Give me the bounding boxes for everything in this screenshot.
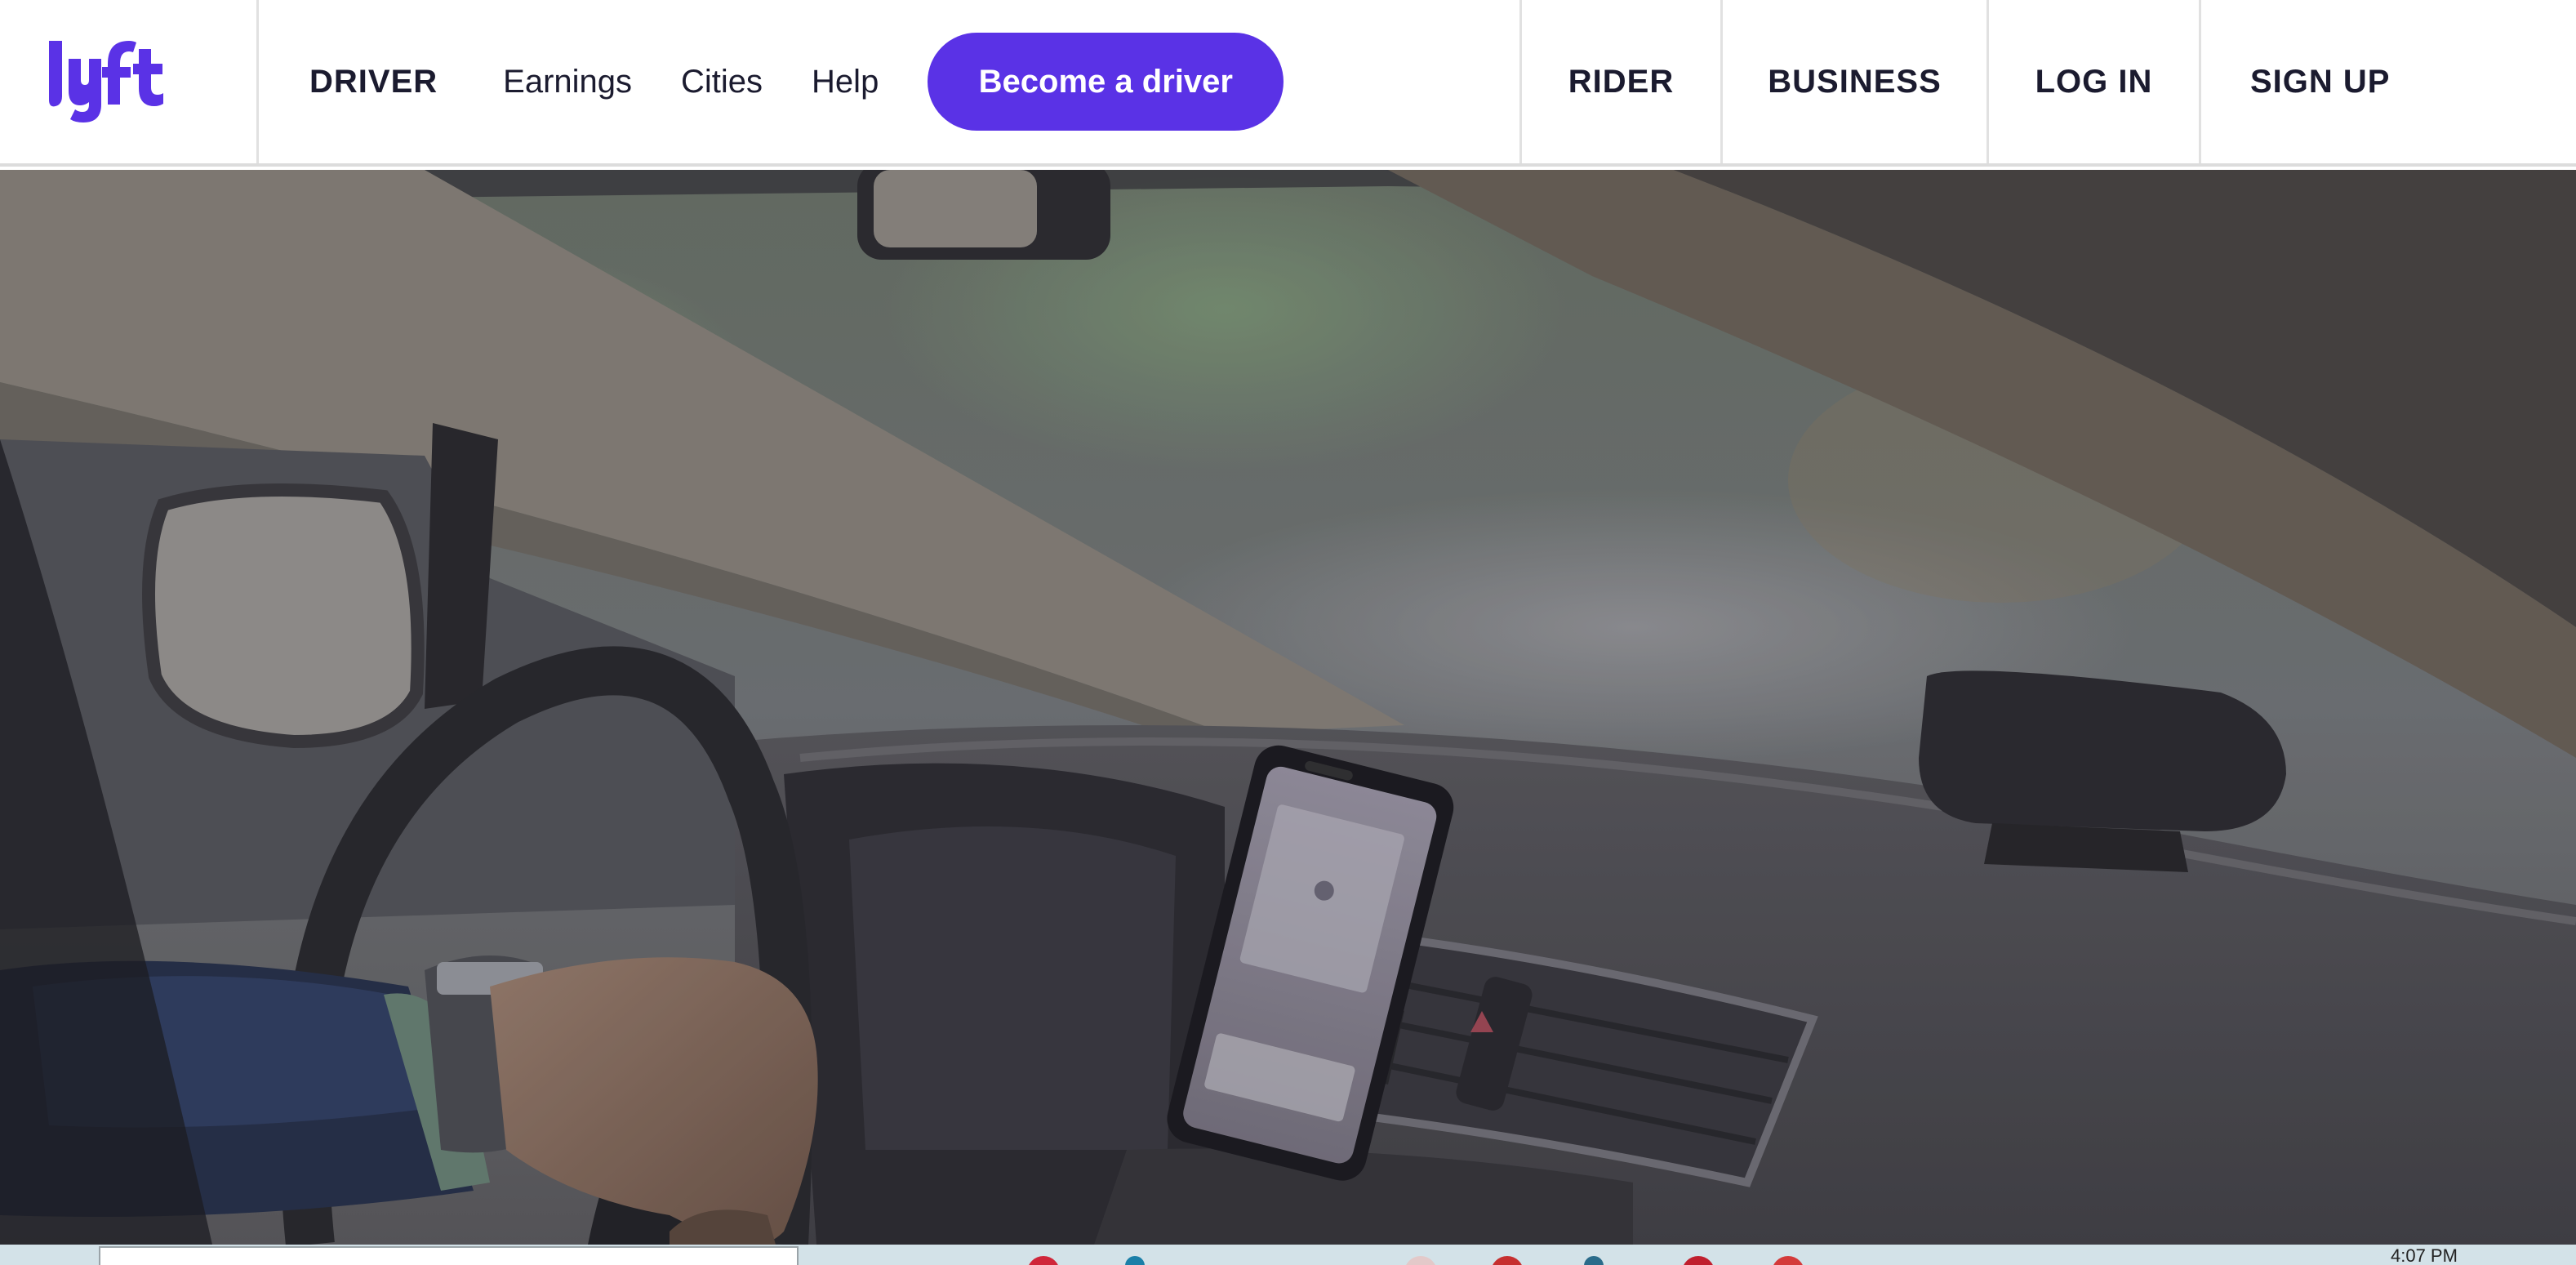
nav-driver[interactable]: DRIVER (309, 64, 438, 100)
os-taskbar: 4:07 PM (0, 1245, 2576, 1265)
app-icon[interactable] (1491, 1256, 1524, 1265)
lyft-logo-icon (49, 41, 163, 122)
nav-cities[interactable]: Cities (681, 64, 763, 100)
nav-business[interactable]: BUSINESS (1720, 0, 1987, 163)
app-icon[interactable] (1584, 1256, 1604, 1265)
nav-earnings[interactable]: Earnings (503, 64, 632, 100)
nav-help[interactable]: Help (812, 64, 879, 100)
become-a-driver-button[interactable]: Become a driver (928, 33, 1284, 131)
lyft-logo[interactable] (0, 0, 259, 163)
sign-up-link[interactable]: SIGN UP (2199, 0, 2436, 163)
log-in-link[interactable]: LOG IN (1987, 0, 2199, 163)
app-icon[interactable] (1772, 1256, 1804, 1265)
app-icon[interactable] (1404, 1256, 1437, 1265)
site-header: DRIVER Earnings Cities Help Become a dri… (0, 0, 2576, 167)
app-icon[interactable] (1125, 1256, 1145, 1265)
app-icon[interactable] (1682, 1256, 1715, 1265)
driver-nav: DRIVER Earnings Cities Help Become a dri… (259, 0, 1284, 163)
system-clock: 4:07 PM (2391, 1245, 2458, 1265)
car-interior-illustration (0, 170, 2576, 1245)
nav-rider[interactable]: RIDER (1519, 0, 1720, 163)
hero-image (0, 170, 2576, 1245)
app-icon[interactable] (1027, 1256, 1060, 1265)
account-nav: RIDER BUSINESS LOG IN SIGN UP (1519, 0, 2436, 163)
taskbar-search-box[interactable] (99, 1246, 799, 1265)
